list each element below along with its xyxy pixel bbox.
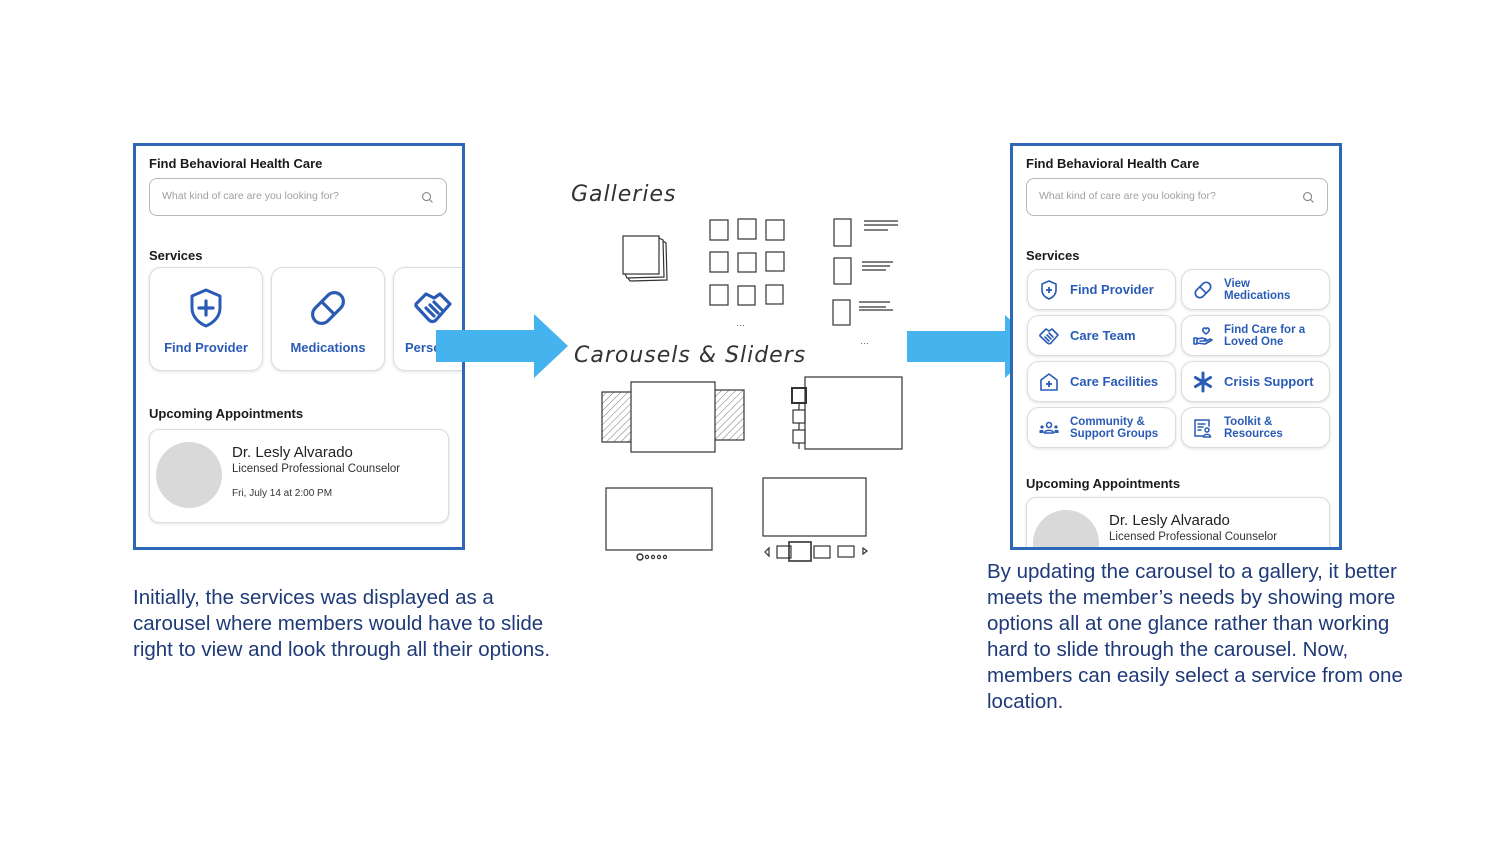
search-icon[interactable] [1302, 191, 1315, 204]
service-card-medications[interactable]: Medications [271, 267, 385, 371]
service-button-view-medications[interactable]: View Medications [1181, 269, 1330, 310]
service-button-label: Find Provider [1070, 281, 1154, 297]
service-card-find-provider[interactable]: Find Provider [149, 267, 263, 371]
search-field[interactable] [1026, 178, 1328, 216]
right-arrow-icon [436, 314, 568, 378]
label-line: Loved One [1224, 335, 1284, 348]
asterisk-icon [1194, 371, 1212, 393]
service-button-toolkit-resources[interactable]: Toolkit & Resources [1181, 407, 1330, 448]
page-title: Find Behavioral Health Care [1026, 156, 1200, 171]
avatar [1033, 510, 1099, 547]
people-group-icon [1039, 421, 1059, 434]
before-caption: Initially, the services was displayed as… [133, 586, 551, 661]
search-icon[interactable] [421, 191, 434, 204]
service-button-label: Community & Support Groups [1070, 416, 1158, 440]
service-button-label: Crisis Support [1224, 373, 1314, 389]
service-button-label: Toolkit & Resources [1224, 416, 1283, 440]
after-caption: By updating the carousel to a gallery, i… [987, 560, 1403, 713]
service-button-label: Find Care for a Loved One [1224, 324, 1305, 348]
service-button-find-provider[interactable]: Find Provider [1027, 269, 1176, 310]
search-field[interactable] [149, 178, 447, 216]
search-input[interactable] [1037, 189, 1291, 203]
document-people-icon [1194, 419, 1212, 438]
service-card-label: Medications [290, 340, 366, 355]
house-plus-icon [1040, 373, 1058, 391]
pill-icon [311, 291, 345, 325]
label-line: Community & [1070, 415, 1145, 428]
service-button-care-facilities[interactable]: Care Facilities [1027, 361, 1176, 402]
service-button-crisis-support[interactable]: Crisis Support [1181, 361, 1330, 402]
appointment-card[interactable]: Dr. Lesly Alvarado Licensed Professional… [149, 429, 449, 523]
shield-plus-icon [1041, 280, 1057, 300]
services-heading: Services [1026, 248, 1080, 263]
service-button-label: Care Facilities [1070, 373, 1159, 389]
service-button-label: Care Team [1070, 327, 1136, 343]
label-line: Resources [1224, 427, 1283, 440]
label-line: Support Groups [1070, 427, 1159, 440]
pill-icon [1194, 281, 1212, 299]
provider-name: Dr. Lesly Alvarado [232, 444, 353, 461]
carousel-sketches [601, 376, 903, 562]
appointment-card[interactable]: Dr. Lesly Alvarado Licensed Professional… [1026, 497, 1330, 547]
appointment-time: Fri, July 14 at 2:00 PM [232, 488, 333, 499]
service-card-label: Find Provider [164, 340, 248, 355]
hand-heart-icon [1193, 327, 1213, 345]
service-button-label: View Medications [1224, 278, 1290, 302]
service-button-find-care-loved-one[interactable]: Find Care for a Loved One [1181, 315, 1330, 356]
label-line: View [1224, 277, 1250, 290]
after-screen: Find Behavioral Health Care Services Fin… [1010, 143, 1342, 550]
appointments-heading: Upcoming Appointments [1026, 476, 1181, 491]
wireframe-sketch: Galleries … … Carousels & Sliders [568, 176, 908, 566]
before-screen: Find Behavioral Health Care Services Fin… [133, 143, 465, 550]
label-line: Toolkit & [1224, 415, 1273, 428]
page-title: Find Behavioral Health Care [149, 156, 323, 171]
label-line: Medications [1224, 289, 1291, 302]
label-line: Find Care for a [1224, 323, 1306, 336]
services-heading: Services [149, 248, 203, 263]
provider-role: Licensed Professional Counselor [1109, 531, 1278, 543]
service-button-community-support[interactable]: Community & Support Groups [1027, 407, 1176, 448]
search-input[interactable] [160, 189, 414, 203]
appointments-heading: Upcoming Appointments [149, 406, 304, 421]
avatar [156, 442, 222, 508]
provider-name: Dr. Lesly Alvarado [1109, 512, 1230, 529]
shield-plus-icon [190, 288, 222, 328]
provider-role: Licensed Professional Counselor [232, 463, 401, 475]
handshake-icon [1039, 328, 1059, 345]
service-button-care-team[interactable]: Care Team [1027, 315, 1176, 356]
